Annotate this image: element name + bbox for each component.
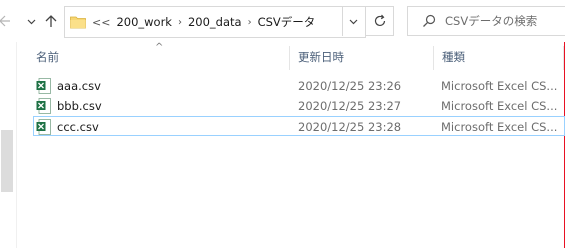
refresh-button[interactable]	[366, 6, 394, 36]
breadcrumb-separator[interactable]: ›	[178, 17, 182, 28]
recent-locations-button[interactable]	[26, 12, 36, 30]
pane-divider[interactable]	[16, 42, 17, 248]
column-header-type-label: 種類	[442, 50, 465, 64]
excel-csv-file-icon	[36, 78, 51, 94]
up-button[interactable]	[42, 12, 60, 30]
column-header-type[interactable]: 種類	[442, 42, 562, 72]
arrow-left-icon	[0, 15, 10, 27]
file-modified: 2020/12/25 23:26	[298, 79, 402, 93]
file-name-cell: ccc.csv	[36, 117, 99, 137]
search-input[interactable]: CSVデータの検索	[407, 6, 565, 36]
back-button[interactable]	[0, 12, 14, 30]
column-header: ^ 名前 更新日時 種類	[17, 42, 565, 72]
address-history-button[interactable]	[342, 6, 364, 36]
chevron-down-icon	[27, 19, 35, 24]
file-row[interactable]: aaa.csv 2020/12/25 23:26 Microsoft Excel…	[33, 76, 565, 96]
breadcrumb-separator[interactable]: ›	[248, 17, 252, 28]
breadcrumb: << 200_work › 200_data › CSVデータ	[92, 14, 315, 30]
breadcrumb-overflow[interactable]: <<	[92, 16, 110, 29]
address-bar[interactable]: << 200_work › 200_data › CSVデータ	[64, 6, 366, 38]
excel-csv-file-icon	[36, 98, 51, 114]
column-header-date[interactable]: 更新日時	[298, 42, 433, 72]
file-type: Microsoft Excel CS...	[441, 79, 558, 93]
column-header-date-label: 更新日時	[298, 50, 344, 64]
search-placeholder: CSVデータの検索	[445, 14, 538, 28]
file-name: ccc.csv	[57, 120, 99, 134]
file-modified: 2020/12/25 23:28	[298, 120, 402, 134]
file-name-cell: aaa.csv	[36, 76, 101, 96]
file-modified: 2020/12/25 23:27	[298, 99, 402, 113]
file-row-focused[interactable]: ccc.csv 2020/12/25 23:28 Microsoft Excel…	[33, 116, 565, 136]
navigation-bar: << 200_work › 200_data › CSVデータ CSVデータの検…	[0, 0, 565, 42]
file-type: Microsoft Excel CS...	[441, 99, 558, 113]
folder-icon	[70, 16, 86, 29]
column-header-name-label: 名前	[36, 50, 59, 64]
excel-csv-file-icon	[36, 119, 51, 135]
refresh-icon	[374, 14, 385, 27]
breadcrumb-item-csv-data[interactable]: CSVデータ	[258, 14, 316, 30]
file-name: bbb.csv	[57, 99, 102, 113]
breadcrumb-item-200-work[interactable]: 200_work	[116, 15, 172, 29]
file-name: aaa.csv	[57, 79, 101, 93]
column-divider[interactable]	[563, 46, 564, 70]
chevron-down-icon	[349, 19, 358, 24]
breadcrumb-item-200-data[interactable]: 200_data	[188, 15, 242, 29]
file-type: Microsoft Excel CS...	[441, 120, 558, 134]
file-name-cell: bbb.csv	[36, 96, 102, 116]
navigation-pane-scrollbar[interactable]	[1, 130, 13, 192]
file-row[interactable]: bbb.csv 2020/12/25 23:27 Microsoft Excel…	[33, 96, 565, 116]
column-divider[interactable]	[289, 46, 290, 70]
column-divider[interactable]	[433, 46, 434, 70]
column-header-name[interactable]: 名前	[36, 42, 286, 72]
navigation-pane-edge	[0, 42, 14, 248]
search-icon	[422, 14, 436, 28]
arrow-up-icon	[45, 15, 57, 27]
